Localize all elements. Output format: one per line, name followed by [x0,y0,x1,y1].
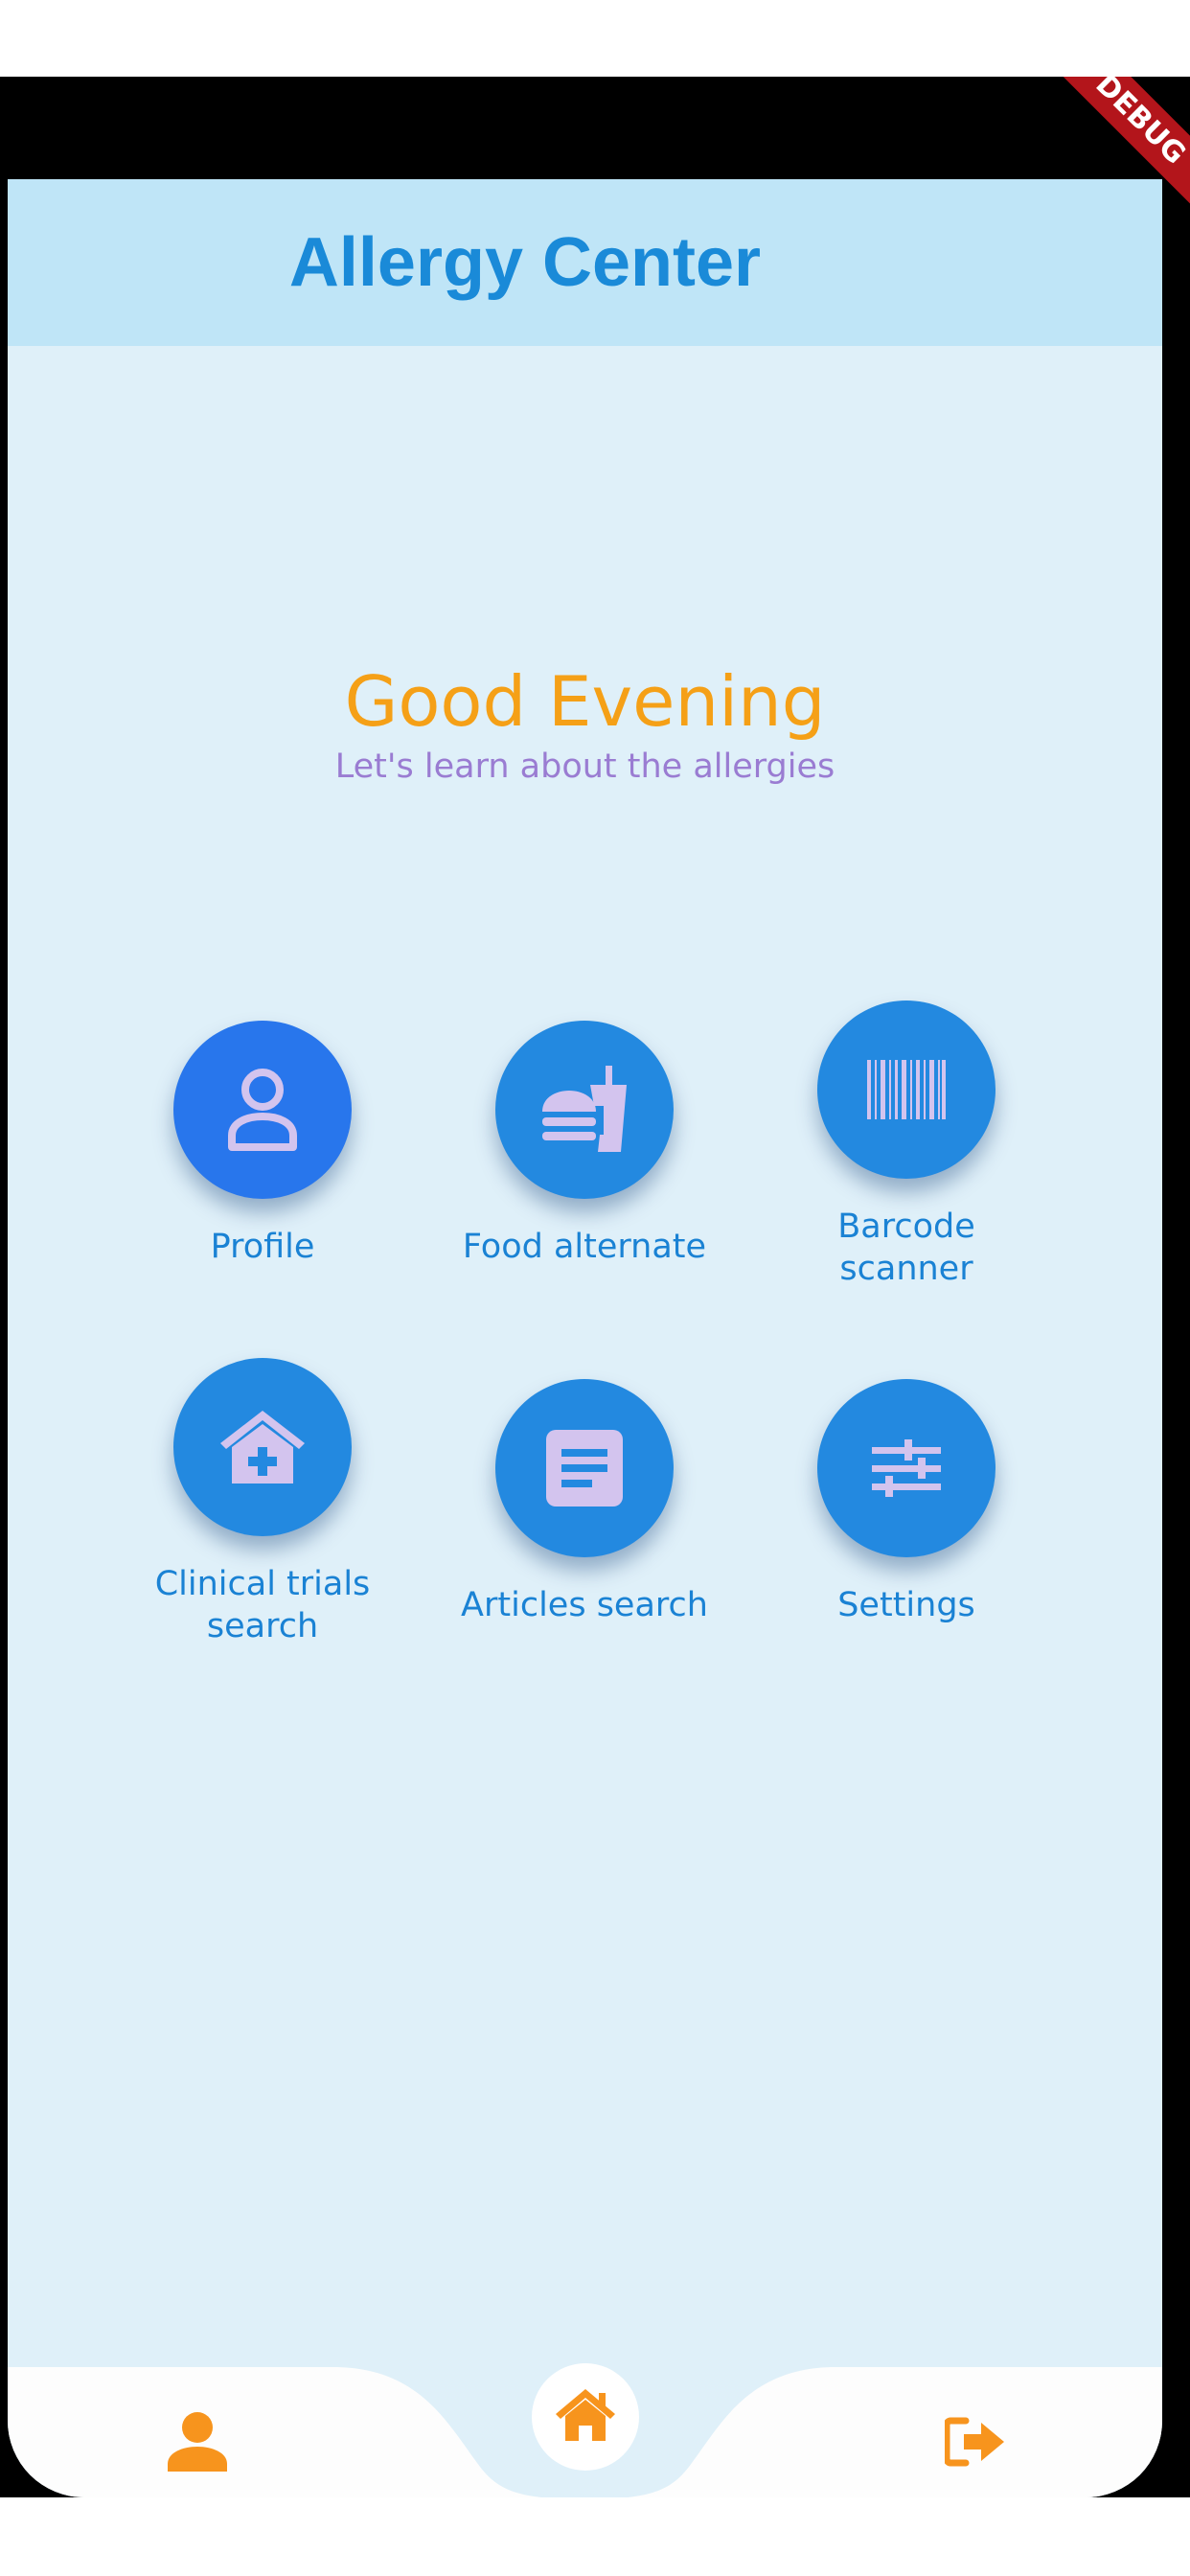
tile-barcode-scanner[interactable]: Barcode scanner [753,1000,1060,1290]
tile-label: Settings [837,1586,975,1624]
phone-frame: DEBUG Allergy Center Good Evening Let's … [0,77,1190,2497]
tile-food-alternate[interactable]: Food alternate [431,1021,738,1268]
nav-profile-button[interactable] [159,2405,236,2482]
fastfood-icon [540,1064,629,1156]
tile-label: Profile [210,1228,315,1266]
barcode-icon [867,1060,946,1119]
articles-search-tile-button[interactable] [495,1379,674,1557]
tile-label: Barcode scanner [837,1208,975,1288]
greeting-section: Good Evening Let's learn about the aller… [8,658,1162,789]
local-hospital-house-icon [218,1409,307,1485]
nav-logout-button[interactable] [937,2405,1014,2482]
tile-label: Clinical trials search [154,1565,371,1645]
tile-articles-search[interactable]: Articles search [431,1379,738,1626]
tile-label: Articles search [461,1586,708,1624]
logout-icon [943,2417,1006,2471]
clinical-trials-tile-button[interactable] [173,1358,352,1536]
app-bar: Allergy Center [8,179,1162,346]
greeting-title: Good Evening [344,661,826,742]
article-icon [546,1430,623,1506]
nav-home-button[interactable] [532,2363,639,2471]
profile-tile-button[interactable] [173,1021,352,1199]
settings-tile-button[interactable] [817,1379,995,1557]
barcode-scanner-tile-button[interactable] [817,1000,995,1179]
tile-label: Food alternate [462,1228,707,1266]
app-screen: Allergy Center Good Evening Let's learn … [8,179,1162,2497]
person-icon [166,2410,229,2477]
tile-clinical-trials[interactable]: Clinical trials search [109,1358,416,1647]
tile-settings[interactable]: Settings [753,1379,1060,1626]
page: DEBUG Allergy Center Good Evening Let's … [0,0,1190,2576]
bottom-navigation-bar [8,2363,1162,2497]
greeting-subtitle: Let's learn about the allergies [334,748,835,786]
tile-profile[interactable]: Profile [109,1021,416,1268]
tune-icon [872,1439,941,1497]
app-title: Allergy Center [288,224,762,301]
food-alternate-tile-button[interactable] [495,1021,674,1199]
person-outline-icon [226,1067,299,1153]
home-icon [554,2387,617,2447]
